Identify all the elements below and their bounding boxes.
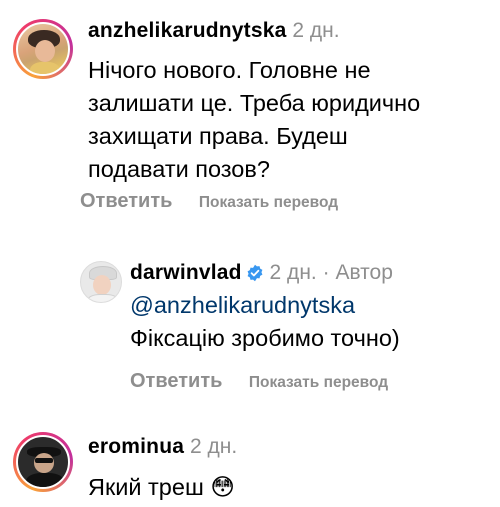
- separator: ·: [322, 261, 330, 284]
- comment-actions: Ответить Показать перевод: [130, 370, 388, 393]
- avatar[interactable]: [13, 432, 73, 492]
- username[interactable]: anzhelikarudnytska: [88, 19, 287, 42]
- verified-badge-icon: [247, 264, 263, 282]
- comment-text: Нічого нового. Головне не залишати це. Т…: [88, 54, 420, 186]
- comment-erominua: erominua 2 дн. Який треш 😳: [0, 420, 500, 507]
- comment-anzhelikarudnytska: anzhelikarudnytska 2 дн. Нічого нового. …: [0, 0, 500, 230]
- comment-header: anzhelikarudnytska 2 дн.: [88, 18, 340, 44]
- timestamp: 2 дн.: [269, 261, 317, 284]
- comment-line: подавати позов?: [88, 156, 270, 182]
- avatar[interactable]: [80, 261, 122, 303]
- comment-line: захищати права. Будеш: [88, 123, 348, 149]
- author-label: Автор: [335, 261, 393, 284]
- comment-text: @anzhelikarudnytska Фіксацію зробимо точ…: [130, 289, 400, 355]
- comment-text: Який треш 😳: [88, 471, 235, 504]
- comment-line: Нічого нового. Головне не: [88, 57, 371, 83]
- comment-actions: Ответить Показать перевод: [80, 190, 338, 213]
- reply-darwinvlad: darwinvlad 2 дн. · Автор @anzhelikarudny…: [0, 240, 500, 410]
- translate-button[interactable]: Показать перевод: [249, 374, 388, 391]
- comment-line: Який треш 😳: [88, 474, 235, 500]
- username[interactable]: darwinvlad: [130, 261, 242, 284]
- comment-line: залишати це. Треба юридично: [88, 90, 421, 116]
- avatar[interactable]: [13, 19, 73, 79]
- comment-line: Фіксацію зробимо точно): [130, 325, 400, 351]
- username[interactable]: erominua: [88, 435, 184, 458]
- reply-button[interactable]: Ответить: [80, 190, 172, 212]
- translate-button[interactable]: Показать перевод: [199, 194, 338, 211]
- reply-button[interactable]: Ответить: [130, 370, 222, 392]
- timestamp: 2 дн.: [189, 435, 238, 458]
- mention-link[interactable]: @anzhelikarudnytska: [130, 289, 400, 322]
- comment-header: erominua 2 дн.: [88, 434, 237, 460]
- comment-header: darwinvlad 2 дн. · Автор: [130, 260, 393, 286]
- timestamp: 2 дн.: [292, 19, 340, 42]
